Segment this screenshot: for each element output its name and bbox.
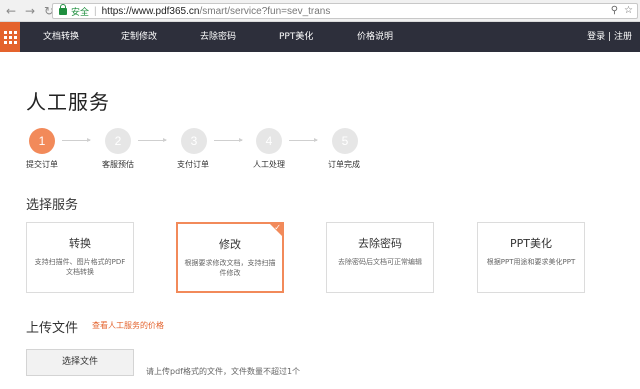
nav-pricing[interactable]: 价格说明 [357, 22, 393, 52]
url-host: https://www.pdf365.cn [101, 5, 200, 17]
service-desc: 去除密码后文档可正常编辑 [338, 258, 422, 266]
step-5-circle: 5 [332, 128, 358, 154]
forward-icon[interactable]: → [22, 3, 38, 19]
service-title: 转换 [69, 237, 91, 250]
choose-file-button[interactable]: 选择文件 [26, 349, 134, 376]
step-arrow [214, 138, 243, 142]
step-1-label: 提交订单 [26, 160, 58, 169]
nav-remove-password[interactable]: 去除密码 [200, 22, 236, 52]
grid-logo-icon[interactable] [0, 22, 20, 52]
url-divider: | [94, 5, 97, 17]
nav-ppt-beautify[interactable]: PPT美化 [279, 22, 313, 52]
auth-divider: | [608, 32, 612, 42]
service-card-ppt[interactable]: PPT美化 根据PPT用途和要求美化PPT [477, 222, 585, 293]
service-title: 修改 [219, 238, 241, 251]
step-3-label: 支付订单 [177, 160, 209, 169]
service-desc: 根据PPT用途和要求美化PPT [486, 258, 576, 266]
nav-custom-edit[interactable]: 定制修改 [121, 22, 157, 52]
auth-links: 登录 | 注册 [587, 22, 632, 52]
lock-icon [59, 3, 67, 15]
back-icon[interactable]: ← [3, 3, 19, 19]
service-card-convert[interactable]: 转换 支持扫描件、图片格式的PDF文档转换 [26, 222, 134, 293]
page-title: 人工服务 [26, 90, 110, 114]
address-bar[interactable]: 安全 | https://www.pdf365.cn/smart/service… [52, 3, 638, 19]
service-desc: 支持扫描件、图片格式的PDF文档转换 [34, 258, 126, 276]
step-arrow [62, 138, 91, 142]
service-card-remove-password[interactable]: 去除密码 去除密码后文档可正常编辑 [326, 222, 434, 293]
step-2-circle: 2 [105, 128, 131, 154]
select-service-title: 选择服务 [26, 198, 79, 213]
step-1-circle: 1 [29, 128, 55, 154]
step-arrow [138, 138, 167, 142]
order-steps: 1 2 3 4 5 提交订单 客服预估 支付订单 人工处理 订单完成 [0, 128, 640, 174]
secure-label: 安全 [71, 7, 90, 18]
register-link[interactable]: 注册 [614, 32, 632, 42]
checkmark-icon: ✓ [274, 223, 281, 232]
magnifier-icon[interactable]: ⚲ [611, 5, 618, 16]
pricing-link[interactable]: 查看人工服务的价格 [92, 320, 164, 331]
upload-title: 上传文件 [26, 321, 79, 336]
service-title: 去除密码 [358, 237, 402, 250]
step-arrow [289, 138, 318, 142]
service-desc: 根据要求修改文档，支持扫描件修改 [184, 259, 276, 277]
step-3-circle: 3 [181, 128, 207, 154]
browser-toolbar: ← → ↻ 安全 | https://www.pdf365.cn/smart/s… [0, 0, 640, 22]
address-bar-icons: ⚲ ☆ [611, 5, 633, 16]
login-link[interactable]: 登录 [587, 32, 605, 42]
service-title: PPT美化 [510, 237, 552, 250]
url-path: /smart/service?fun=sev_trans [199, 5, 331, 17]
step-5-label: 订单完成 [328, 160, 360, 169]
star-icon[interactable]: ☆ [624, 5, 633, 16]
step-4-circle: 4 [256, 128, 282, 154]
nav-doc-convert[interactable]: 文档转换 [43, 22, 79, 52]
service-card-edit[interactable]: 修改 根据要求修改文档，支持扫描件修改 ✓ [176, 222, 284, 293]
step-4-label: 人工处理 [253, 160, 285, 169]
site-navbar: 文档转换 定制修改 去除密码 PPT美化 价格说明 登录 | 注册 [0, 22, 640, 52]
step-2-label: 客服预估 [102, 160, 134, 169]
upload-hint: 请上传pdf格式的文件，文件数量不超过1个 [146, 367, 301, 376]
